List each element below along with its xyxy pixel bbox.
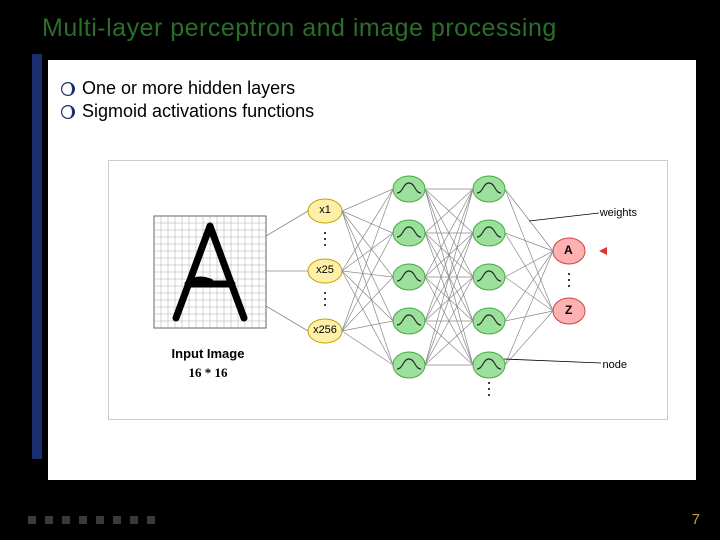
moon-icon <box>60 104 76 120</box>
square-icon <box>130 516 138 524</box>
bullet-item: One or more hidden layers <box>60 78 684 99</box>
square-icon <box>62 516 70 524</box>
slide: Multi-layer perceptron and image process… <box>0 0 720 540</box>
input-image-label: Input Image <box>148 346 268 361</box>
bullet-text: One or more hidden layers <box>82 78 295 99</box>
moon-icon <box>60 81 76 97</box>
slide-title: Multi-layer perceptron and image process… <box>42 14 557 43</box>
square-icon <box>113 516 121 524</box>
output-z-label: Z <box>565 303 572 317</box>
bullet-text: Sigmoid activations functions <box>82 101 314 122</box>
input-image-dim: 16 * 16 <box>148 365 268 381</box>
x1-label: x1 <box>310 204 340 216</box>
weights-label: weights <box>600 207 637 219</box>
square-icon <box>79 516 87 524</box>
node-label: node <box>603 359 627 371</box>
page-number: 7 <box>692 511 700 528</box>
square-icon <box>96 516 104 524</box>
footer-decoration <box>28 516 155 524</box>
square-icon <box>28 516 36 524</box>
accent-bar <box>32 54 42 459</box>
x25-label: x25 <box>310 264 340 276</box>
diagram-svg <box>109 161 669 421</box>
x256-label: x256 <box>310 324 340 336</box>
output-a-label: A <box>564 243 573 257</box>
square-icon <box>147 516 155 524</box>
mlp-diagram: x1 x25 x256 A Z Input Image 16 * 16 weig… <box>108 160 668 420</box>
bullet-item: Sigmoid activations functions <box>60 101 684 122</box>
square-icon <box>45 516 53 524</box>
content-area: One or more hidden layers Sigmoid activa… <box>48 60 696 480</box>
